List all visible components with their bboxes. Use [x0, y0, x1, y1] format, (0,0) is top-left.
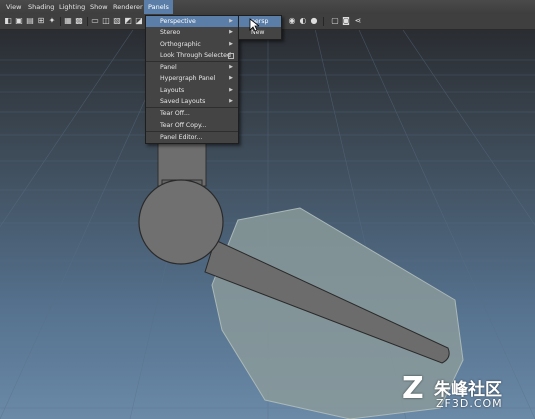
menu-view[interactable]: View	[2, 0, 25, 14]
submenu-arrow-icon: ▶	[229, 18, 233, 24]
perspective-submenu: persp New	[238, 15, 282, 40]
watermark-url: ZF3D.COM	[436, 397, 503, 410]
xray-icon[interactable]: ◐	[298, 16, 308, 26]
submenu-arrow-icon: ▶	[229, 75, 233, 82]
model-ball[interactable]	[138, 179, 224, 265]
menu-item-hypergraph-panel[interactable]: Hypergraph Panel ▶	[146, 73, 238, 84]
menu-item-tear-off-copy[interactable]: Tear Off Copy...	[146, 120, 238, 131]
watermark: Z 朱峰社区 ZF3D.COM	[400, 371, 535, 417]
menu-panels[interactable]: Panels	[144, 0, 173, 14]
menu-item-tear-off[interactable]: Tear Off...	[146, 107, 238, 119]
camera-icon[interactable]: ▢	[330, 16, 340, 26]
panels-menu: Perspective ▶ Stereo ▶ Orthographic ▶ Look …	[145, 15, 239, 145]
bookmark-icon[interactable]: ▤	[25, 16, 35, 26]
menu-item-orthographic[interactable]: Orthographic ▶	[146, 39, 238, 50]
image-plane-icon[interactable]: ⊞	[36, 16, 46, 26]
scene-model	[138, 137, 464, 419]
panel-menubar: View Shading Lighting Show Renderer Pane…	[0, 0, 535, 14]
option-box-icon[interactable]	[228, 52, 234, 59]
wireframe-icon[interactable]: ▭	[90, 16, 100, 26]
menu-renderer[interactable]: Renderer	[109, 0, 147, 14]
hud-icon[interactable]: ●	[309, 16, 319, 26]
submenu-item-new[interactable]: New	[239, 27, 281, 38]
submenu-arrow-icon: ▶	[229, 86, 233, 93]
smooth-shade-icon[interactable]: ◫	[101, 16, 111, 26]
model-neck[interactable]	[157, 137, 207, 187]
shadows-icon[interactable]: ◪	[134, 16, 144, 26]
menu-shading[interactable]: Shading	[24, 0, 58, 14]
display-icon[interactable]: ◙	[341, 16, 351, 26]
submenu-item-persp[interactable]: persp	[239, 16, 281, 28]
menu-item-layouts[interactable]: Layouts ▶	[146, 85, 238, 96]
isolate-select-icon[interactable]: ◉	[287, 16, 297, 26]
camera-select-icon[interactable]: ◧	[3, 16, 13, 26]
film-gate-icon[interactable]: ▦	[63, 16, 73, 26]
share-icon[interactable]: ⋖	[353, 16, 363, 26]
submenu-arrow-icon: ▶	[229, 98, 233, 105]
menu-item-look-through-selected[interactable]: Look Through Selected	[146, 50, 238, 61]
menu-item-panel[interactable]: Panel ▶	[146, 61, 238, 73]
menu-lighting[interactable]: Lighting	[55, 0, 89, 14]
menu-item-panel-editor[interactable]: Panel Editor...	[146, 130, 238, 143]
camera-attr-icon[interactable]: ▣	[14, 16, 24, 26]
textured-icon[interactable]: ▧	[112, 16, 122, 26]
menu-show[interactable]: Show	[86, 0, 112, 14]
lights-icon[interactable]: ◩	[123, 16, 133, 26]
menu-item-perspective[interactable]: Perspective ▶	[146, 16, 238, 28]
menu-item-stereo[interactable]: Stereo ▶	[146, 27, 238, 38]
resolution-gate-icon[interactable]: ▩	[74, 16, 84, 26]
menu-item-saved-layouts[interactable]: Saved Layouts ▶	[146, 96, 238, 107]
submenu-arrow-icon: ▶	[229, 29, 233, 36]
submenu-arrow-icon: ▶	[229, 40, 233, 47]
submenu-arrow-icon: ▶	[229, 64, 233, 71]
mouse-cursor-icon	[249, 18, 259, 32]
perspective-viewport[interactable]: Z 朱峰社区 ZF3D.COM	[0, 30, 535, 419]
grid-icon[interactable]: ✦	[47, 16, 57, 26]
watermark-logo: Z	[402, 371, 424, 406]
